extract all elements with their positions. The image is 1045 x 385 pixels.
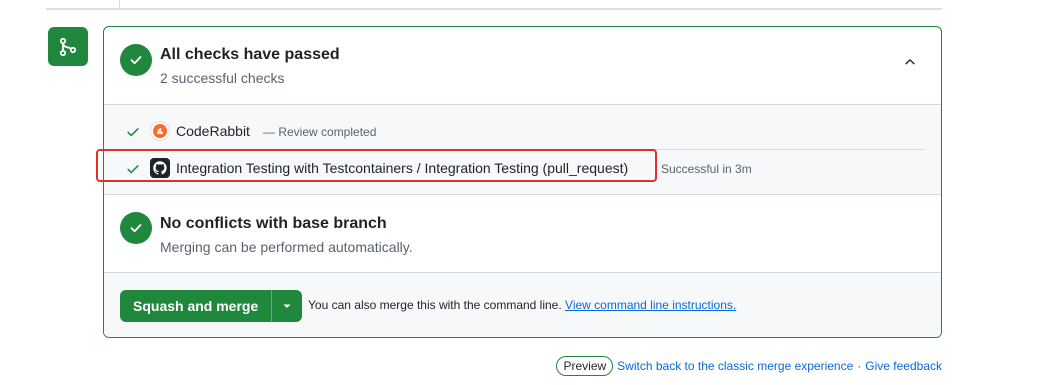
check-description: — Review completed	[263, 125, 377, 139]
check-description: Successful in 3m	[661, 162, 752, 176]
merge-hint-text: You can also merge this with the command…	[308, 298, 566, 312]
merge-footer: Preview Switch back to the classic merge…	[556, 356, 942, 376]
preview-badge: Preview	[556, 356, 614, 376]
check-row[interactable]: Integration Testing with Testcontainers …	[104, 150, 941, 186]
git-merge-icon	[48, 27, 88, 66]
collapse-checks-button[interactable]	[899, 51, 921, 73]
command-line-instructions-link[interactable]: View command line instructions.	[565, 298, 736, 312]
give-feedback-link[interactable]: Give feedback	[865, 359, 942, 373]
timeline-divider	[46, 8, 942, 10]
separator: ·	[857, 359, 862, 373]
checks-title: All checks have passed	[160, 46, 340, 63]
check-icon	[127, 128, 139, 137]
merge-box: All checks have passed 2 successful chec…	[103, 26, 942, 338]
merge-hint: You can also merge this with the command…	[308, 298, 736, 312]
squash-and-merge-button[interactable]: Squash and merge	[120, 290, 272, 322]
conflicts-status: No conflicts with base branch Merging ca…	[104, 195, 941, 273]
check-name: Integration Testing with Testcontainers …	[176, 160, 629, 176]
merge-actions: Squash and merge You can also merge this…	[104, 273, 941, 337]
switch-classic-merge-link[interactable]: Switch back to the classic merge experie…	[617, 359, 853, 373]
check-icon	[127, 165, 139, 174]
check-circle-icon	[120, 212, 152, 244]
caret-down-icon	[283, 304, 291, 308]
merge-button-group: Squash and merge	[120, 290, 303, 322]
github-icon	[150, 158, 170, 178]
checks-list: CodeRabbit — Review completed Integratio…	[104, 105, 941, 195]
merge-method-dropdown[interactable]	[271, 290, 303, 322]
check-row[interactable]: CodeRabbit — Review completed	[104, 113, 941, 149]
check-name: CodeRabbit	[176, 123, 250, 139]
check-circle-icon	[120, 44, 152, 76]
chevron-up-icon	[905, 59, 915, 65]
conflicts-subtitle: Merging can be performed automatically.	[160, 239, 413, 255]
conflicts-title: No conflicts with base branch	[160, 215, 387, 232]
coderabbit-icon	[150, 121, 170, 141]
checks-summary: All checks have passed 2 successful chec…	[104, 27, 941, 105]
checks-subtitle: 2 successful checks	[160, 70, 285, 86]
